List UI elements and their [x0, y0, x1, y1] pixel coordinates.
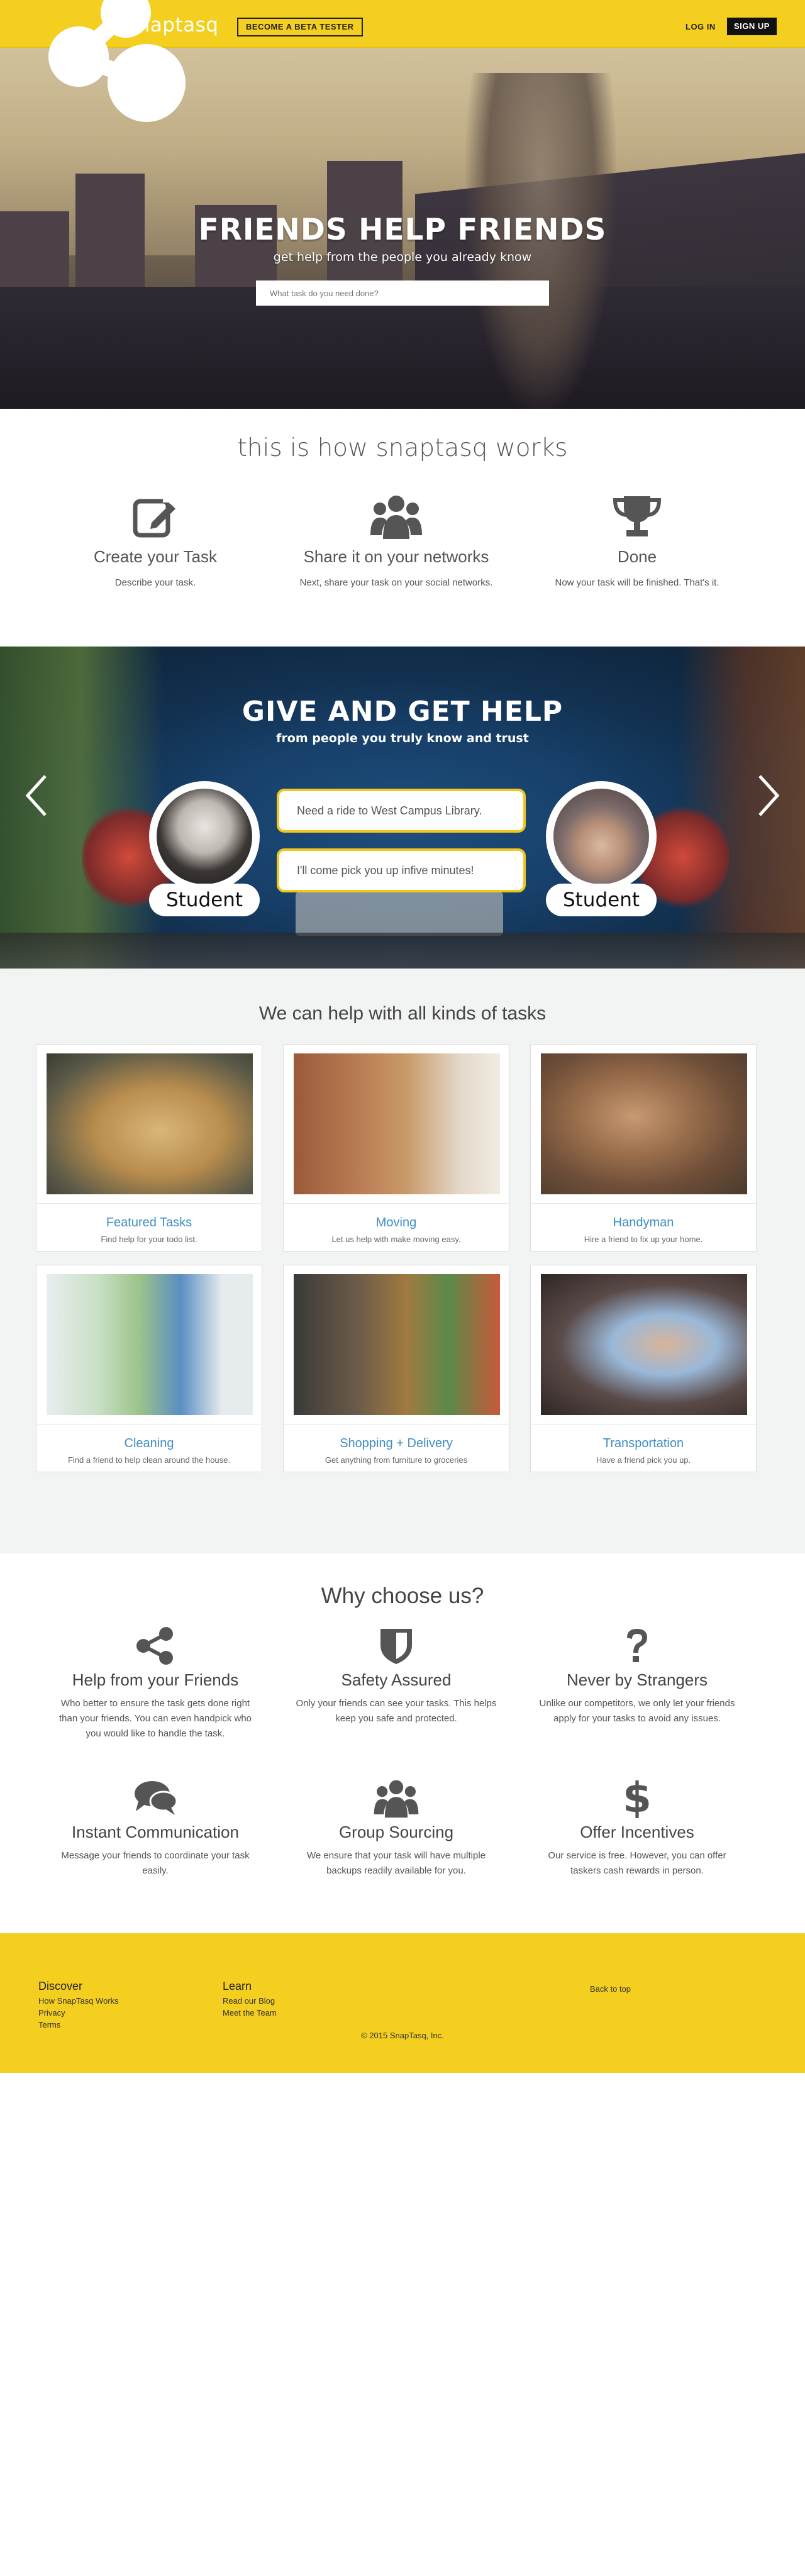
hero-title: FRIENDS HELP FRIENDS: [198, 213, 607, 247]
why-item-text: We ensure that your task will have multi…: [306, 1850, 486, 1876]
login-link[interactable]: LOG IN: [686, 22, 716, 31]
footer-link-how-it-works[interactable]: How SnapTasq Works: [38, 1995, 119, 2007]
how-step-title: Done: [617, 547, 657, 566]
why-item-text: Only your friends can see your tasks. Th…: [296, 1698, 497, 1724]
featured-tasks-photo: [47, 1053, 253, 1194]
slider-bg-license-plate: [296, 892, 503, 936]
how-step-create: Create your Task Describe your task.: [42, 492, 269, 591]
task-card-text: Find a friend to help clean around the h…: [67, 1455, 230, 1465]
footer: [0, 1933, 805, 2073]
footer-link-privacy[interactable]: Privacy: [38, 2007, 65, 2019]
avatar-right: [546, 781, 657, 892]
avatar-left-photo: [157, 789, 252, 884]
task-card-cleaning[interactable]: Cleaning Find a friend to help clean aro…: [36, 1265, 262, 1472]
how-step-done: Done Now your task will be finished. Tha…: [524, 492, 750, 591]
task-card-transportation[interactable]: Transportation Have a friend pick you up…: [530, 1265, 757, 1472]
why-item-title: Offer Incentives: [580, 1823, 694, 1841]
task-card-title[interactable]: Cleaning: [36, 1436, 262, 1451]
task-card-featured[interactable]: Featured Tasks Find help for your todo l…: [36, 1044, 262, 1252]
message-bubble-request: Need a ride to West Campus Library.: [277, 789, 526, 833]
why-item-friends: Help from your Friends Who better to ens…: [48, 1625, 262, 1741]
task-card-text: Hire a friend to fix up your home.: [584, 1235, 703, 1244]
why-item-title: Instant Communication: [72, 1823, 239, 1841]
task-card-title[interactable]: Handyman: [531, 1216, 756, 1230]
moving-photo: [294, 1053, 500, 1194]
logo-share-icon[interactable]: [25, 0, 189, 126]
back-to-top-link[interactable]: Back to top: [590, 1983, 631, 1995]
message-bubble-reply: I'll come pick you up infive minutes!: [277, 848, 526, 892]
how-step-title: Create your Task: [93, 547, 218, 566]
shopping-photo: [294, 1274, 500, 1415]
footer-copyright: © 2015 SnapTasq, Inc.: [361, 2031, 444, 2040]
footer-link-terms[interactable]: Terms: [38, 2019, 60, 2031]
why-item-text: Message your friends to coordinate your …: [61, 1850, 250, 1876]
task-card-handyman[interactable]: Handyman Hire a friend to fix up your ho…: [530, 1044, 757, 1252]
footer-learn-heading: Learn: [223, 1980, 252, 1992]
how-step-text: Describe your task.: [114, 577, 196, 588]
how-it-works-title: this is how snaptasq works: [237, 434, 568, 462]
tasks-title: We can help with all kinds of tasks: [258, 1003, 547, 1024]
how-step-share: Share it on your networks Next, share yo…: [283, 492, 509, 591]
chat-icon: [135, 1781, 177, 1815]
task-search-input[interactable]: [256, 280, 549, 306]
footer-link-team[interactable]: Meet the Team: [223, 2007, 277, 2019]
users-icon: [374, 1780, 419, 1818]
slider-title: GIVE AND GET HELP: [242, 696, 564, 728]
card-divider: [36, 1203, 262, 1204]
task-card-title[interactable]: Transportation: [531, 1436, 756, 1451]
footer-link-blog[interactable]: Read our Blog: [223, 1995, 275, 2007]
dollar-icon: $: [623, 1774, 652, 1822]
slider-bg-bumper: [0, 933, 805, 969]
why-item-title: Group Sourcing: [338, 1823, 454, 1841]
handyman-photo: [541, 1053, 747, 1194]
why-item-communication: Instant Communication Message your frien…: [48, 1777, 262, 1879]
how-step-text: Now your task will be finished. That's i…: [555, 577, 719, 588]
slider-next-arrow-icon[interactable]: [756, 774, 781, 818]
why-item-incentives: $ Offer Incentives Our service is free. …: [530, 1777, 744, 1879]
task-card-text: Have a friend pick you up.: [596, 1455, 691, 1465]
task-card-text: Let us help with make moving easy.: [331, 1235, 461, 1244]
why-item-strangers: Never by Strangers Unlike our competitor…: [530, 1625, 744, 1726]
why-item-title: Help from your Friends: [72, 1670, 239, 1689]
why-item-group: Group Sourcing We ensure that your task …: [289, 1777, 503, 1879]
why-item-text: Unlike our competitors, we only let your…: [539, 1698, 735, 1724]
shield-icon: [380, 1629, 412, 1664]
task-card-moving[interactable]: Moving Let us help with make moving easy…: [283, 1044, 509, 1252]
avatar-left: [149, 781, 260, 892]
why-item-safety: Safety Assured Only your friends can see…: [289, 1625, 503, 1726]
why-item-text: Our service is free. However, you can of…: [548, 1850, 726, 1876]
avatar-right-photo: [553, 789, 649, 884]
users-icon: [370, 496, 422, 539]
task-card-title[interactable]: Shopping + Delivery: [284, 1436, 509, 1451]
why-item-text: Who better to ensure the task gets done …: [58, 1698, 252, 1739]
task-card-title[interactable]: Moving: [284, 1216, 509, 1230]
why-item-title: Safety Assured: [341, 1670, 452, 1689]
how-step-text: Next, share your task on your social net…: [299, 577, 493, 588]
beta-tester-button[interactable]: BECOME A BETA TESTER: [237, 18, 363, 36]
slider-prev-arrow-icon[interactable]: [24, 774, 49, 818]
slider-subtitle: from people you truly know and trust: [276, 731, 529, 745]
trophy-icon: [613, 496, 662, 536]
signup-button[interactable]: SIGN UP: [727, 18, 777, 35]
avatar-right-badge: Student: [546, 884, 657, 916]
why-item-title: Never by Strangers: [567, 1670, 708, 1689]
task-card-text: Find help for your todo list.: [101, 1235, 197, 1244]
edit-icon: [133, 496, 175, 538]
task-card-text: Get anything from furniture to groceries: [325, 1455, 468, 1465]
avatar-left-badge: Student: [149, 884, 260, 916]
task-card-shopping[interactable]: Shopping + Delivery Get anything from fu…: [283, 1265, 509, 1472]
how-step-title: Share it on your networks: [303, 547, 489, 566]
card-divider: [284, 1203, 509, 1204]
card-divider: [531, 1203, 756, 1204]
footer-discover-heading: Discover: [38, 1980, 83, 1992]
transportation-photo: [541, 1274, 747, 1415]
hero-subtitle: get help from the people you already kno…: [273, 250, 532, 264]
share-icon: [136, 1627, 173, 1665]
why-title: Why choose us?: [321, 1584, 484, 1608]
task-card-title[interactable]: Featured Tasks: [36, 1216, 262, 1230]
cleaning-photo: [47, 1274, 253, 1415]
question-icon: [627, 1629, 647, 1662]
